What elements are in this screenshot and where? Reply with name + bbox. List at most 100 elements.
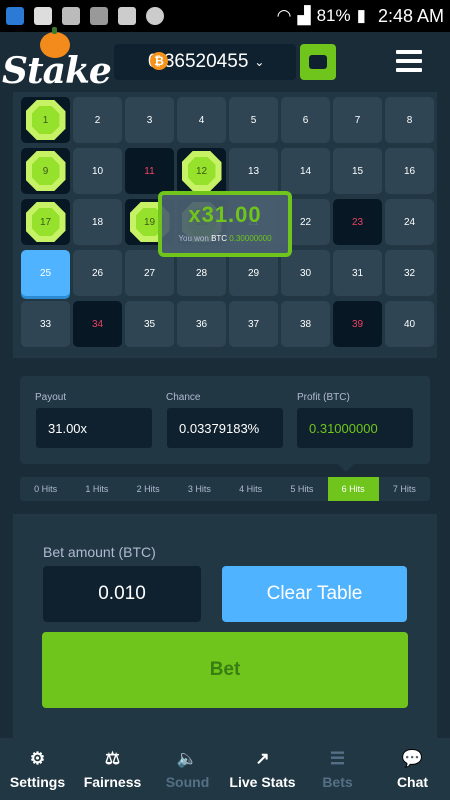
nav-label: Settings bbox=[9, 774, 66, 790]
bet-amount-label: Bet amount (BTC) bbox=[43, 544, 156, 560]
hits-tabs: 0 Hits 1 Hits 2 Hits 3 Hits 4 Hits 5 Hits 6 Hi… bbox=[20, 477, 430, 501]
keno-tile-12[interactable]: 12 bbox=[177, 148, 226, 194]
hits-tab-4[interactable]: 4 Hits bbox=[225, 477, 276, 501]
nav-settings[interactable]: ⚙ Settings bbox=[0, 738, 75, 800]
nav-fairness[interactable]: ⚖ Fairness bbox=[75, 738, 150, 800]
keno-tile-7[interactable]: 7 bbox=[333, 97, 382, 143]
keno-tile-30[interactable]: 30 bbox=[281, 250, 330, 296]
tile-number: 39 bbox=[351, 318, 364, 330]
keno-tile-2[interactable]: 2 bbox=[73, 97, 122, 143]
keno-tile-13[interactable]: 13 bbox=[229, 148, 278, 194]
tile-number: 7 bbox=[354, 114, 361, 126]
keno-tile-24[interactable]: 24 bbox=[385, 199, 434, 245]
tile-number: 38 bbox=[299, 318, 312, 330]
keno-tile-14[interactable]: 14 bbox=[281, 148, 330, 194]
keno-tile-6[interactable]: 6 bbox=[281, 97, 330, 143]
gem-icon: 1 bbox=[25, 100, 66, 140]
win-text: You won bbox=[178, 234, 209, 243]
bet-amount-input[interactable]: 0.010 bbox=[43, 566, 201, 622]
nav-chat[interactable]: 💬 Chat bbox=[375, 738, 450, 800]
clear-table-button[interactable]: Clear Table bbox=[222, 566, 407, 622]
keno-tile-11[interactable]: 11 bbox=[125, 148, 174, 194]
win-currency: BTC bbox=[211, 234, 228, 243]
bet-button[interactable]: Bet bbox=[42, 632, 408, 708]
win-message: You won BTC 0.30000000 bbox=[162, 234, 288, 243]
keno-tile-23[interactable]: 23 bbox=[333, 199, 382, 245]
nav-label: Sound bbox=[165, 774, 210, 790]
nav-bets[interactable]: ☰ Bets bbox=[300, 738, 375, 800]
incognito-icon bbox=[90, 7, 108, 25]
keno-tile-33[interactable]: 33 bbox=[21, 301, 70, 347]
keno-tile-16[interactable]: 16 bbox=[385, 148, 434, 194]
keno-tile-39[interactable]: 39 bbox=[333, 301, 382, 347]
keno-tile-10[interactable]: 10 bbox=[73, 148, 122, 194]
keno-tile-5[interactable]: 5 bbox=[229, 97, 278, 143]
stake-logo[interactable]: Stake bbox=[2, 50, 112, 92]
tile-number: 40 bbox=[403, 318, 416, 330]
nav-sound[interactable]: 🔈 Sound bbox=[150, 738, 225, 800]
wallet-button[interactable] bbox=[300, 44, 336, 80]
hits-tab-7[interactable]: 7 Hits bbox=[379, 477, 430, 501]
scale-icon: ⚖ bbox=[104, 748, 121, 768]
tile-number: 13 bbox=[247, 165, 260, 177]
top-header: Stake ₿ 0.36520455 ⌄ bbox=[0, 27, 450, 92]
keno-tile-31[interactable]: 31 bbox=[333, 250, 382, 296]
hits-tab-6[interactable]: 6 Hits bbox=[327, 477, 379, 501]
keno-tile-25[interactable]: 25 bbox=[21, 250, 70, 296]
tile-number: 17 bbox=[39, 216, 52, 228]
profit-label: Profit (BTC) bbox=[297, 392, 350, 403]
status-bar: ◠ ▟ 81% ▮ 2:48 AM bbox=[0, 0, 450, 32]
menu-icon[interactable] bbox=[396, 50, 422, 72]
notification-icons bbox=[6, 7, 164, 25]
keno-tile-37[interactable]: 37 bbox=[229, 301, 278, 347]
keno-tile-15[interactable]: 15 bbox=[333, 148, 382, 194]
keno-tile-1[interactable]: 1 bbox=[21, 97, 70, 143]
tile-number: 27 bbox=[143, 267, 156, 279]
keno-tile-9[interactable]: 9 bbox=[21, 148, 70, 194]
keno-tile-17[interactable]: 17 bbox=[21, 199, 70, 245]
tile-number: 32 bbox=[403, 267, 416, 279]
payout-value: 31.00x bbox=[36, 408, 152, 448]
keno-tile-18[interactable]: 18 bbox=[73, 199, 122, 245]
tile-number: 36 bbox=[195, 318, 208, 330]
hits-tab-2[interactable]: 2 Hits bbox=[123, 477, 174, 501]
tile-number: 25 bbox=[39, 267, 52, 279]
tile-number: 23 bbox=[351, 216, 364, 228]
tile-number: 3 bbox=[146, 114, 153, 126]
keno-tile-26[interactable]: 26 bbox=[73, 250, 122, 296]
tile-number: 9 bbox=[42, 165, 49, 177]
tile-number: 31 bbox=[351, 267, 364, 279]
trend-icon: ↗ bbox=[255, 748, 270, 768]
tile-number: 18 bbox=[91, 216, 104, 228]
keno-tile-32[interactable]: 32 bbox=[385, 250, 434, 296]
keno-tile-4[interactable]: 4 bbox=[177, 97, 226, 143]
tile-number: 33 bbox=[39, 318, 52, 330]
nav-live-stats[interactable]: ↗ Live Stats bbox=[225, 738, 300, 800]
clock: 2:48 AM bbox=[377, 5, 444, 26]
wifi-icon: ◠ bbox=[276, 6, 292, 25]
payout-label: Payout bbox=[35, 392, 67, 403]
win-multiplier: x31.00 bbox=[188, 202, 262, 227]
battery-percent: 81% bbox=[316, 6, 351, 25]
hits-tab-3[interactable]: 3 Hits bbox=[174, 477, 225, 501]
speaker-icon: 🔈 bbox=[176, 748, 199, 768]
balance-selector[interactable]: ₿ 0.36520455 ⌄ bbox=[114, 44, 296, 80]
hits-tab-0[interactable]: 0 Hits bbox=[20, 477, 71, 501]
tile-number: 6 bbox=[302, 114, 309, 126]
tile-number: 35 bbox=[143, 318, 156, 330]
keno-tile-38[interactable]: 38 bbox=[281, 301, 330, 347]
hits-tab-1[interactable]: 1 Hits bbox=[71, 477, 122, 501]
tile-number: 37 bbox=[247, 318, 260, 330]
tile-number: 8 bbox=[406, 114, 413, 126]
keno-tile-36[interactable]: 36 bbox=[177, 301, 226, 347]
keno-tile-34[interactable]: 34 bbox=[73, 301, 122, 347]
keno-tile-40[interactable]: 40 bbox=[385, 301, 434, 347]
gallery-icon bbox=[62, 7, 80, 25]
tile-number: 2 bbox=[94, 114, 101, 126]
hits-tab-5[interactable]: 5 Hits bbox=[276, 477, 327, 501]
keno-tile-35[interactable]: 35 bbox=[125, 301, 174, 347]
keno-tile-3[interactable]: 3 bbox=[125, 97, 174, 143]
tile-number: 4 bbox=[198, 114, 205, 126]
tile-number: 10 bbox=[91, 165, 104, 177]
keno-tile-8[interactable]: 8 bbox=[385, 97, 434, 143]
